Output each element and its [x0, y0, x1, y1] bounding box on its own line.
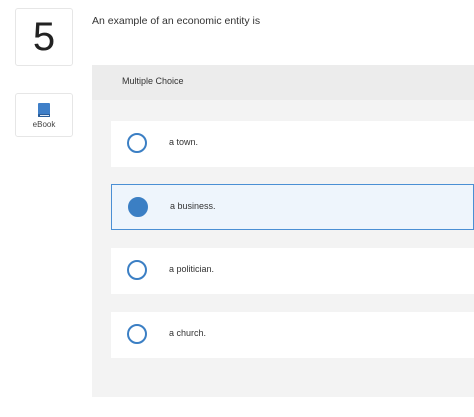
radio-button[interactable] [127, 260, 147, 280]
option-label: a town. [169, 137, 199, 147]
option-a-politician[interactable]: a politician. [111, 248, 474, 294]
multiple-choice-header: Multiple Choice [92, 65, 474, 100]
ebook-button[interactable]: eBook [15, 93, 73, 137]
radio-button[interactable] [127, 133, 147, 153]
option-label: a politician. [169, 264, 215, 274]
ebook-label: eBook [32, 119, 56, 129]
radio-button[interactable] [127, 324, 147, 344]
option-a-town[interactable]: a town. [111, 121, 474, 167]
option-a-business[interactable]: a business. [111, 184, 474, 230]
question-prompt: An example of an economic entity is [92, 15, 261, 27]
radio-button-selected[interactable] [128, 197, 148, 217]
answer-panel: Multiple Choice a town. a business. a po… [92, 65, 474, 397]
option-a-church[interactable]: a church. [111, 312, 474, 358]
option-label: a church. [169, 328, 207, 338]
question-number: 5 [15, 8, 73, 66]
book-icon [38, 102, 50, 117]
option-label: a business. [170, 201, 216, 211]
multiple-choice-label: Multiple Choice [122, 76, 184, 86]
